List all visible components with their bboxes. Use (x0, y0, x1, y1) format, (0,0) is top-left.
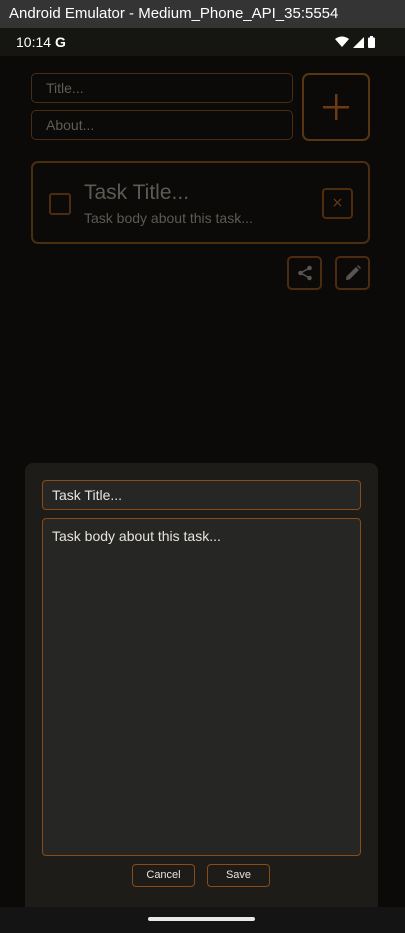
edit-icon (345, 265, 361, 280)
signal-icon (353, 37, 364, 48)
edit-title-input[interactable]: Task Title... (42, 480, 361, 510)
save-button[interactable]: Save (207, 864, 270, 887)
delete-icon: × (331, 195, 344, 211)
window-title: Android Emulator - Medium_Phone_API_35:5… (0, 0, 405, 28)
task-title: Task Title... (84, 181, 190, 204)
share-icon (297, 265, 312, 281)
wifi-icon (335, 36, 349, 47)
task-body: Task body about this task... (84, 210, 253, 226)
edit-body-textarea[interactable]: Task body about this task... (42, 518, 361, 856)
home-gesture-handle[interactable] (148, 917, 255, 921)
status-time: 10:14 G (16, 34, 66, 50)
clock: 10:14 (16, 34, 52, 50)
navigation-bar (0, 907, 405, 933)
add-task-button[interactable] (302, 73, 370, 141)
plus-icon (323, 94, 349, 120)
status-bar: 10:14 G (0, 28, 405, 56)
edit-task-sheet: Task Title... Task body about this task.… (25, 463, 378, 933)
edit-button[interactable] (335, 256, 370, 290)
battery-icon (368, 36, 375, 48)
app-screen: Title... About... Task Title... Task bod… (0, 56, 405, 933)
cancel-button[interactable]: Cancel (132, 864, 195, 887)
task-card[interactable]: Task Title... Task body about this task.… (31, 161, 370, 244)
google-g-icon: G (55, 34, 66, 50)
task-checkbox[interactable] (49, 193, 71, 215)
about-input[interactable]: About... (31, 110, 293, 140)
status-icons (335, 36, 375, 48)
delete-task-button[interactable]: × (322, 188, 353, 219)
share-button[interactable] (287, 256, 322, 290)
title-input[interactable]: Title... (31, 73, 293, 103)
